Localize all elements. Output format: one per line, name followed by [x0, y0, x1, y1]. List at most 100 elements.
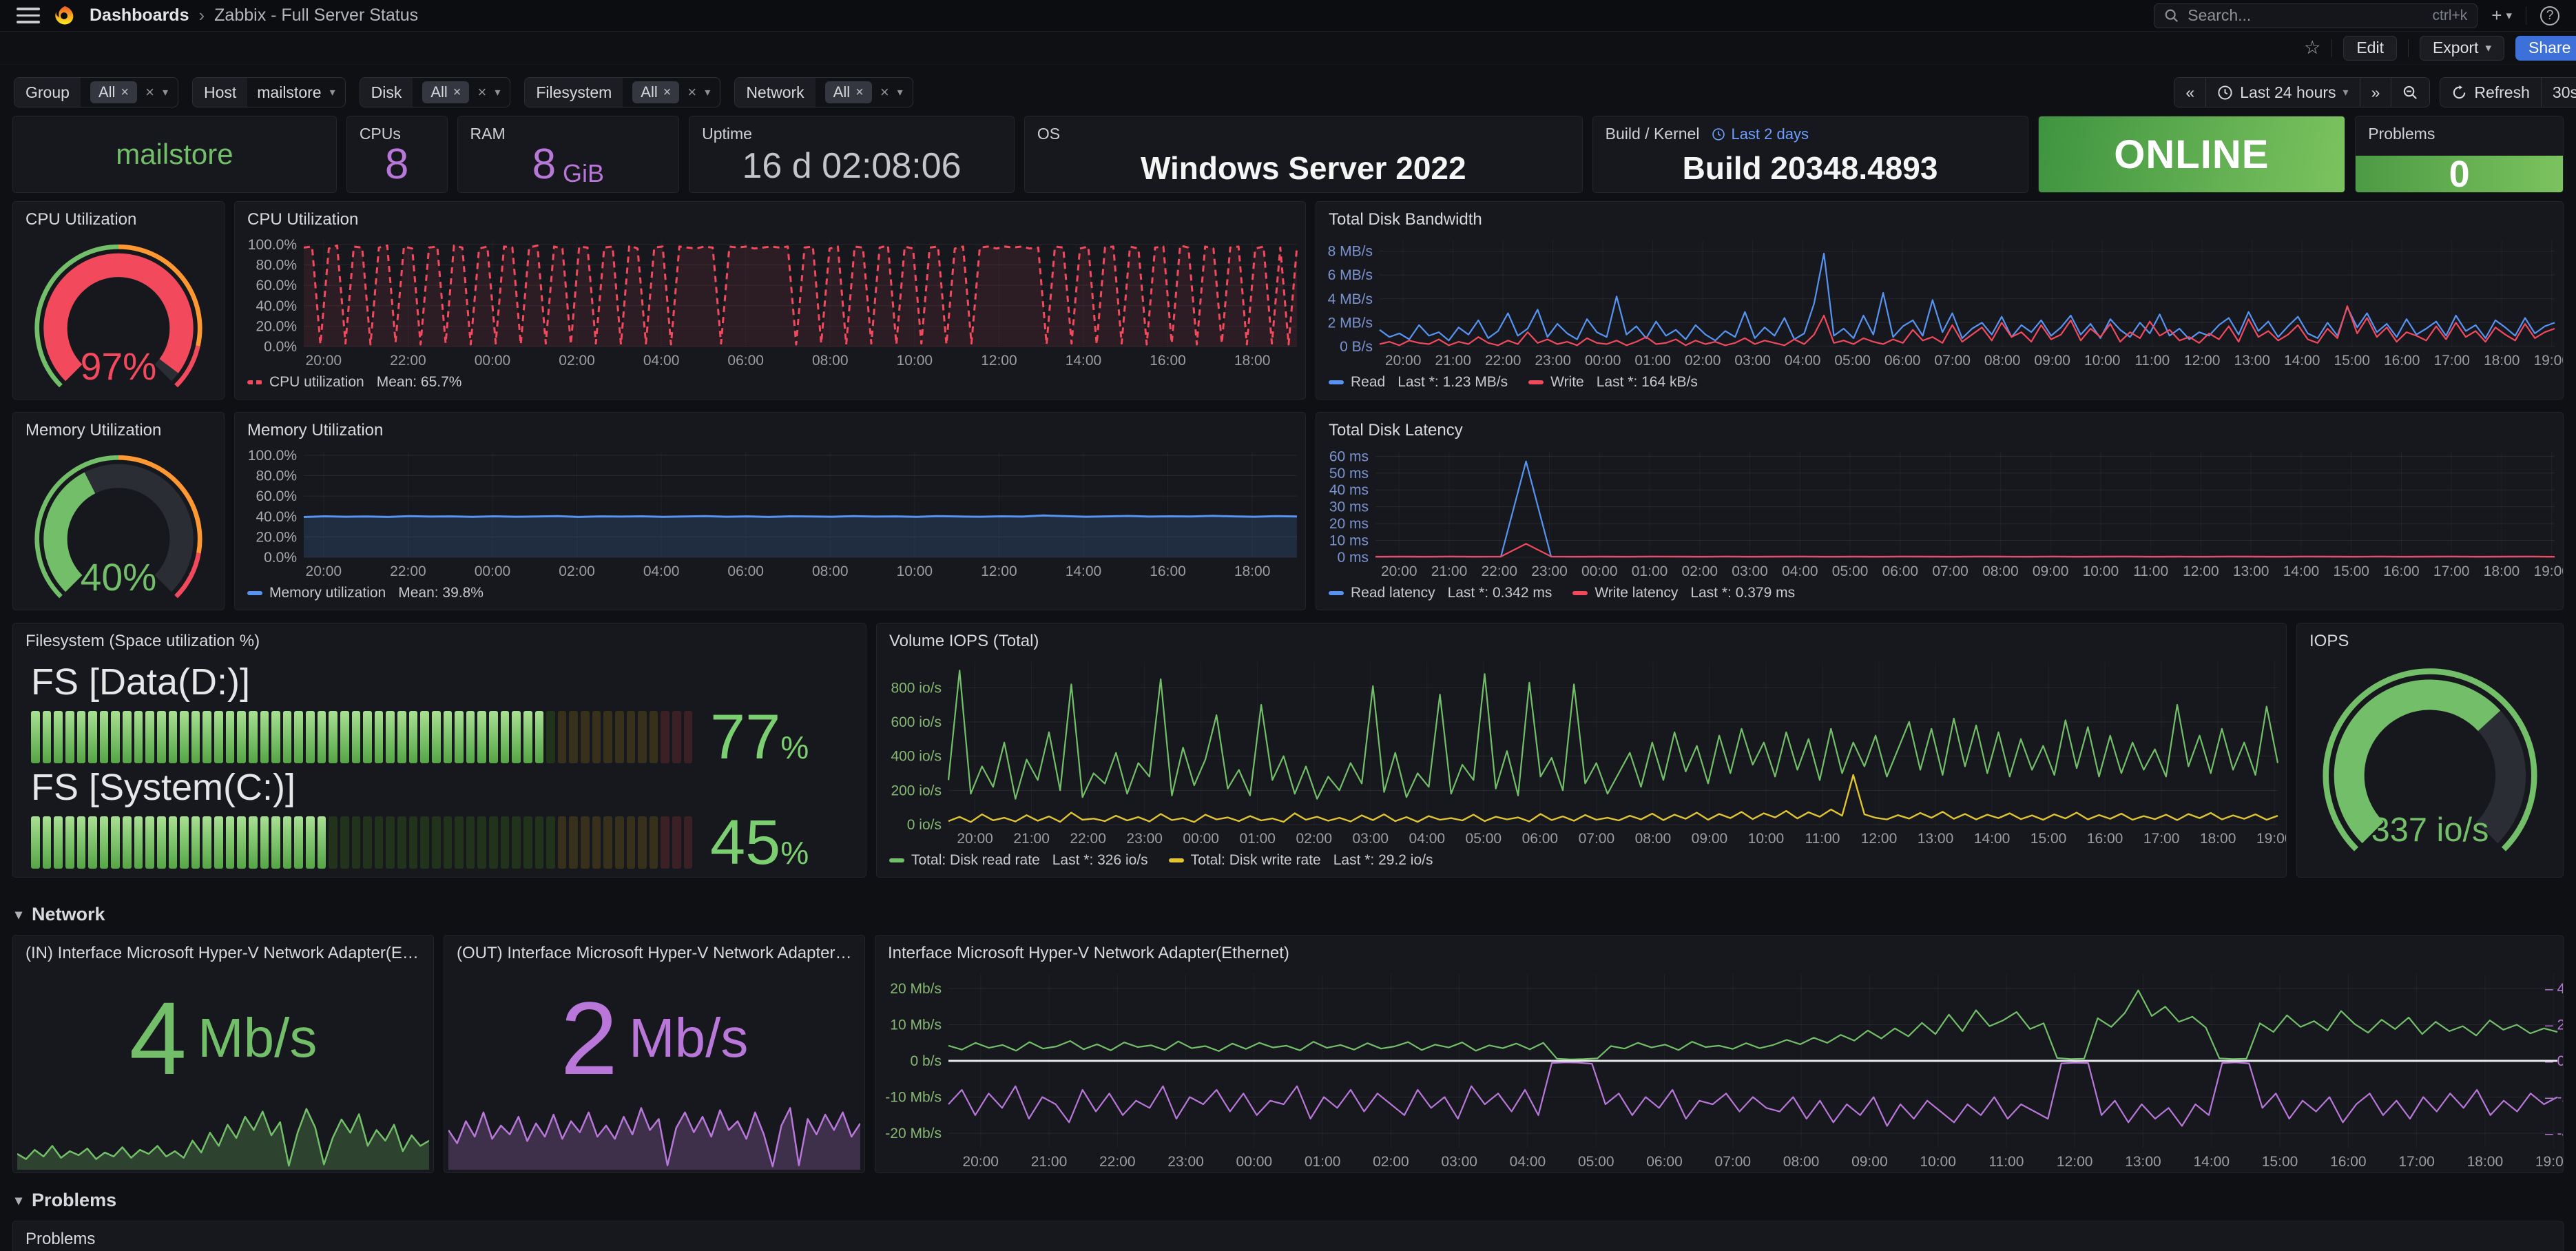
legend-item[interactable]: WriteLast *: 164 kB/s: [1528, 374, 1698, 391]
svg-text:23:00: 23:00: [1167, 1154, 1204, 1170]
time-forward-button[interactable]: »: [2360, 78, 2391, 107]
breadcrumb: Dashboards › Zabbix - Full Server Status: [90, 5, 418, 26]
svg-text:05:00: 05:00: [1578, 1154, 1614, 1170]
panel-title[interactable]: Total Disk Bandwidth: [1316, 202, 2563, 232]
breadcrumb-current: Zabbix - Full Server Status: [214, 6, 418, 25]
svg-text:15:00: 15:00: [2262, 1154, 2298, 1170]
panel-problems-stat: Problems 0: [2355, 116, 2564, 193]
panel-title[interactable]: Interface Microsoft Hyper-V Network Adap…: [875, 935, 2563, 966]
time-back-button[interactable]: «: [2174, 78, 2205, 107]
svg-text:2 MB/s: 2 MB/s: [1328, 315, 1373, 331]
legend-item[interactable]: ReadLast *: 1.23 MB/s: [1329, 374, 1508, 391]
legend-item[interactable]: Write latencyLast *: 0.379 ms: [1572, 585, 1795, 601]
panel-title[interactable]: Volume IOPS (Total): [877, 623, 2286, 654]
panel-title[interactable]: CPU Utilization: [235, 202, 1305, 232]
svg-text:20:00: 20:00: [957, 831, 993, 847]
search-input[interactable]: Search... ctrl+k: [2154, 3, 2478, 28]
grafana-logo-icon[interactable]: [54, 5, 76, 27]
breadcrumb-dashboards[interactable]: Dashboards: [90, 6, 189, 25]
panel-title[interactable]: Total Disk Latency: [1316, 413, 2563, 443]
legend-item[interactable]: Total: Disk write rateLast *: 29.2 io/s: [1169, 852, 1433, 869]
svg-text:12:00: 12:00: [2184, 353, 2221, 369]
disk-latency-chart[interactable]: 20:0021:0022:0023:0000:0001:0002:0003:00…: [1316, 443, 2563, 582]
clear-icon[interactable]: ×: [145, 83, 154, 101]
filter-group[interactable]: Group All× × ▾: [14, 77, 178, 107]
help-icon[interactable]: ?: [2540, 6, 2559, 25]
panel-title[interactable]: CPU Utilization: [13, 202, 224, 232]
close-icon[interactable]: ×: [121, 85, 129, 101]
legend-swatch: [1572, 591, 1588, 595]
close-icon[interactable]: ×: [663, 85, 672, 101]
svg-text:07:00: 07:00: [1934, 353, 1971, 369]
share-button[interactable]: Share: [2515, 36, 2576, 61]
add-button[interactable]: + ▾: [2491, 5, 2512, 26]
svg-text:22:00: 22:00: [390, 564, 426, 579]
legend-item[interactable]: Total: Disk read rateLast *: 326 io/s: [889, 852, 1148, 869]
svg-text:12:00: 12:00: [981, 353, 1017, 369]
svg-text:12:00: 12:00: [1861, 831, 1898, 847]
zoom-out-button[interactable]: [2391, 78, 2429, 107]
svg-text:0 B/s: 0 B/s: [1340, 339, 1373, 355]
legend-item[interactable]: CPU utilizationMean: 65.7%: [247, 374, 461, 391]
panel-uptime: Uptime 16 d 02:08:06: [689, 116, 1015, 193]
panel-disk-bandwidth: Total Disk Bandwidth 20:0021:0022:0023:0…: [1316, 201, 2564, 400]
legend-swatch: [1169, 858, 1184, 862]
filter-host[interactable]: Host mailstore ▾: [192, 77, 346, 107]
net-out-sparkline: [448, 1101, 860, 1170]
panel-title[interactable]: Memory Utilization: [235, 413, 1305, 443]
svg-text:19:00: 19:00: [2256, 831, 2286, 847]
time-range-picker[interactable]: Last 24 hours ▾: [2205, 78, 2359, 107]
panel-title[interactable]: IOPS: [2297, 623, 2563, 654]
menu-icon[interactable]: [17, 8, 40, 23]
filter-filesystem[interactable]: Filesystem All× × ▾: [524, 77, 720, 107]
panel-cpu-gauge: CPU Utilization 97%: [12, 201, 225, 400]
clear-icon[interactable]: ×: [687, 83, 696, 101]
svg-text:– 4 M: – 4 M: [2545, 981, 2563, 997]
svg-text:10:00: 10:00: [1748, 831, 1785, 847]
svg-text:18:00: 18:00: [2484, 353, 2520, 369]
filter-disk[interactable]: Disk All× × ▾: [360, 77, 511, 107]
net-interface-chart[interactable]: 20:0021:0022:0023:0000:0001:0002:0003:00…: [875, 966, 2563, 1172]
filter-chip[interactable]: All×: [90, 81, 137, 103]
panel-title[interactable]: Filesystem (Space utilization %): [13, 623, 866, 654]
export-button[interactable]: Export ▾: [2420, 36, 2504, 61]
svg-text:05:00: 05:00: [1832, 564, 1869, 579]
disk-bandwidth-chart[interactable]: 20:0021:0022:0023:0000:0001:0002:0003:00…: [1316, 232, 2563, 371]
svg-text:21:00: 21:00: [1431, 564, 1468, 579]
svg-text:18:00: 18:00: [2200, 831, 2236, 847]
time-override-link[interactable]: Last 2 days: [1712, 125, 1809, 143]
panel-title[interactable]: (IN) Interface Microsoft Hyper-V Network…: [13, 935, 433, 966]
legend-item[interactable]: Memory utilizationMean: 39.8%: [247, 585, 484, 601]
chevrons-right-icon: »: [2371, 83, 2380, 102]
star-icon[interactable]: ☆: [2304, 37, 2320, 59]
close-icon[interactable]: ×: [855, 85, 864, 101]
section-problems[interactable]: ▾ Problems: [12, 1183, 2564, 1221]
cpu-chart[interactable]: 20:0022:0000:0002:0004:0006:0008:0010:00…: [235, 232, 1305, 371]
svg-text:13:00: 13:00: [2125, 1154, 2161, 1170]
svg-text:10:00: 10:00: [897, 353, 933, 369]
svg-text:22:00: 22:00: [1070, 831, 1106, 847]
clear-icon[interactable]: ×: [880, 83, 889, 101]
chevron-down-icon: ▾: [897, 85, 903, 99]
filter-chip[interactable]: All×: [632, 81, 679, 103]
stat-label: Uptime: [702, 125, 1001, 143]
panel-memory-chart: Memory Utilization 20:0022:0000:0002:000…: [234, 412, 1306, 610]
volume-iops-chart[interactable]: 20:0021:0022:0023:0000:0001:0002:0003:00…: [877, 654, 2286, 849]
section-network[interactable]: ▾ Network: [12, 897, 2564, 935]
clear-icon[interactable]: ×: [477, 83, 486, 101]
panel-title[interactable]: Problems: [13, 1221, 2563, 1251]
memory-chart[interactable]: 20:0022:0000:0002:0004:0006:0008:0010:00…: [235, 443, 1305, 582]
filter-network[interactable]: Network All× × ▾: [734, 77, 913, 107]
legend-item[interactable]: Read latencyLast *: 0.342 ms: [1329, 585, 1552, 601]
svg-text:18:00: 18:00: [2467, 1154, 2504, 1170]
svg-text:17:00: 17:00: [2433, 353, 2470, 369]
filter-chip[interactable]: All×: [422, 81, 469, 103]
refresh-button[interactable]: Refresh: [2440, 78, 2541, 107]
row-memory: Memory Utilization 40% Memory Utilizatio…: [12, 412, 2564, 610]
panel-title[interactable]: Memory Utilization: [13, 413, 224, 443]
refresh-interval-picker[interactable]: 30s: [2541, 78, 2576, 107]
close-icon[interactable]: ×: [453, 85, 461, 101]
panel-title[interactable]: (OUT) Interface Microsoft Hyper-V Networ…: [444, 935, 864, 966]
filter-chip[interactable]: All×: [825, 81, 872, 103]
edit-button[interactable]: Edit: [2343, 36, 2397, 61]
